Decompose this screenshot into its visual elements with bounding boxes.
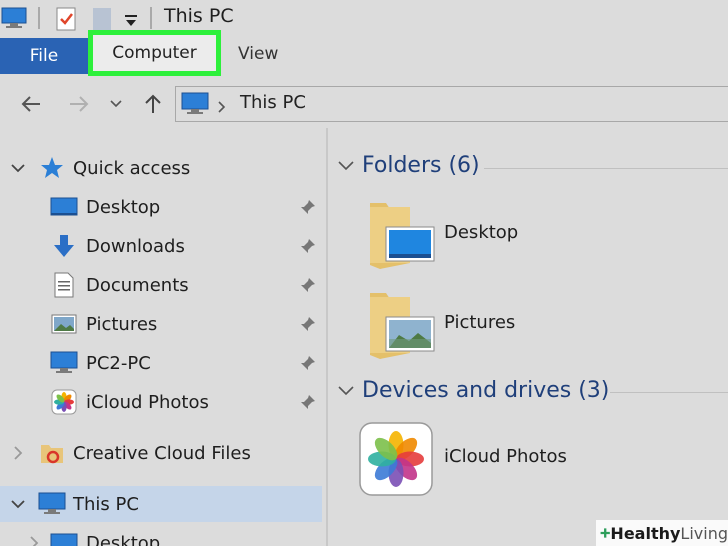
desktop-folder-icon: [370, 203, 435, 269]
separator: [38, 7, 40, 29]
watermark-brand-suffix: Living: [680, 523, 728, 543]
sidebar-item-this-pc-desktop[interactable]: Desktop: [0, 525, 322, 546]
folder-item-desktop[interactable]: Desktop: [366, 198, 518, 270]
breadcrumb-chevron-icon[interactable]: [218, 98, 226, 117]
sidebar-item-label: iCloud Photos: [86, 391, 209, 413]
computer-icon: [38, 491, 66, 517]
sidebar-item-quick-access[interactable]: Quick access: [0, 150, 322, 186]
sidebar-item-label: Documents: [86, 274, 189, 296]
sidebar-item-label: Desktop: [86, 532, 161, 546]
chevron-down-icon[interactable]: [338, 385, 354, 396]
sidebar-item-label: Desktop: [86, 196, 161, 218]
navigation-pane: Quick access Desktop Downloads Documents: [0, 140, 328, 546]
star-icon: [38, 155, 66, 181]
forward-arrow-icon[interactable]: [64, 88, 94, 120]
group-header-label: Folders (6): [362, 153, 480, 178]
tab-computer[interactable]: Computer: [88, 30, 221, 76]
plus-leaf-icon: [600, 528, 610, 538]
computer-icon[interactable]: [0, 6, 28, 30]
pictures-folder-icon: [370, 293, 435, 359]
chevron-down-icon[interactable]: [10, 160, 26, 176]
group-header-devices[interactable]: Devices and drives (3): [338, 378, 609, 403]
customize-dropdown-icon[interactable]: [122, 8, 140, 32]
folder-label: Pictures: [444, 312, 516, 333]
creative-cloud-folder-icon: [38, 440, 66, 466]
sidebar-item-this-pc[interactable]: This PC: [0, 486, 322, 522]
divider: [610, 392, 728, 393]
ribbon-tabs: File Computer View: [0, 30, 728, 76]
pin-icon[interactable]: [298, 353, 318, 373]
device-label: iCloud Photos: [444, 446, 567, 467]
breadcrumb[interactable]: This PC: [240, 92, 306, 113]
folder-item-pictures[interactable]: Pictures: [366, 288, 516, 360]
sidebar-item-label: PC2-PC: [86, 352, 151, 374]
window-title: This PC: [164, 5, 234, 27]
chevron-right-icon[interactable]: [26, 535, 42, 546]
pin-icon[interactable]: [298, 197, 318, 217]
watermark-brand: Healthy: [610, 523, 681, 543]
sidebar-item-pictures[interactable]: Pictures: [0, 306, 322, 342]
pin-icon[interactable]: [298, 275, 318, 295]
sidebar-item-label: Quick access: [73, 157, 191, 179]
download-arrow-icon: [50, 233, 78, 259]
tab-view[interactable]: View: [238, 44, 278, 64]
document-icon: [50, 272, 78, 298]
icloud-photos-icon: [359, 422, 433, 496]
pin-icon[interactable]: [298, 314, 318, 334]
device-item-icloud-photos[interactable]: iCloud Photos: [358, 420, 568, 498]
chevron-down-icon[interactable]: [338, 160, 354, 171]
group-header-label: Devices and drives (3): [362, 378, 610, 403]
back-arrow-icon[interactable]: [16, 88, 46, 120]
address-bar[interactable]: This PC: [175, 86, 728, 122]
desktop-icon: [50, 194, 78, 220]
properties-check-icon[interactable]: [52, 5, 80, 33]
watermark: Healthy Living: [596, 520, 728, 546]
icloud-photos-icon: [50, 389, 78, 415]
separator: [150, 7, 152, 29]
sidebar-item-desktop[interactable]: Desktop: [0, 189, 322, 225]
sidebar-item-label: Pictures: [86, 313, 158, 335]
sidebar-item-documents[interactable]: Documents: [0, 267, 322, 303]
sidebar-item-pc2-pc[interactable]: PC2-PC: [0, 345, 322, 381]
sidebar-item-downloads[interactable]: Downloads: [0, 228, 322, 264]
sidebar-item-creative-cloud-files[interactable]: Creative Cloud Files: [0, 435, 322, 471]
recent-locations-chevron-icon[interactable]: [104, 88, 128, 120]
divider: [484, 168, 728, 169]
sidebar-item-label: This PC: [73, 493, 139, 515]
pin-icon[interactable]: [298, 392, 318, 412]
group-header-folders[interactable]: Folders (6): [338, 153, 480, 178]
navigation-bar: This PC: [0, 86, 728, 124]
sidebar-item-label: Downloads: [86, 235, 185, 257]
sidebar-item-icloud-photos[interactable]: iCloud Photos: [0, 384, 322, 420]
pictures-icon: [50, 311, 78, 337]
chevron-right-icon[interactable]: [10, 445, 26, 461]
pin-icon[interactable]: [298, 236, 318, 256]
up-arrow-icon[interactable]: [138, 88, 168, 120]
new-folder-icon[interactable]: [90, 5, 114, 33]
computer-icon: [50, 350, 78, 376]
desktop-icon: [50, 530, 78, 546]
chevron-down-icon[interactable]: [10, 496, 26, 512]
computer-icon: [180, 91, 210, 121]
folder-label: Desktop: [444, 222, 519, 243]
sidebar-item-label: Creative Cloud Files: [73, 442, 251, 464]
tab-file[interactable]: File: [0, 38, 88, 74]
